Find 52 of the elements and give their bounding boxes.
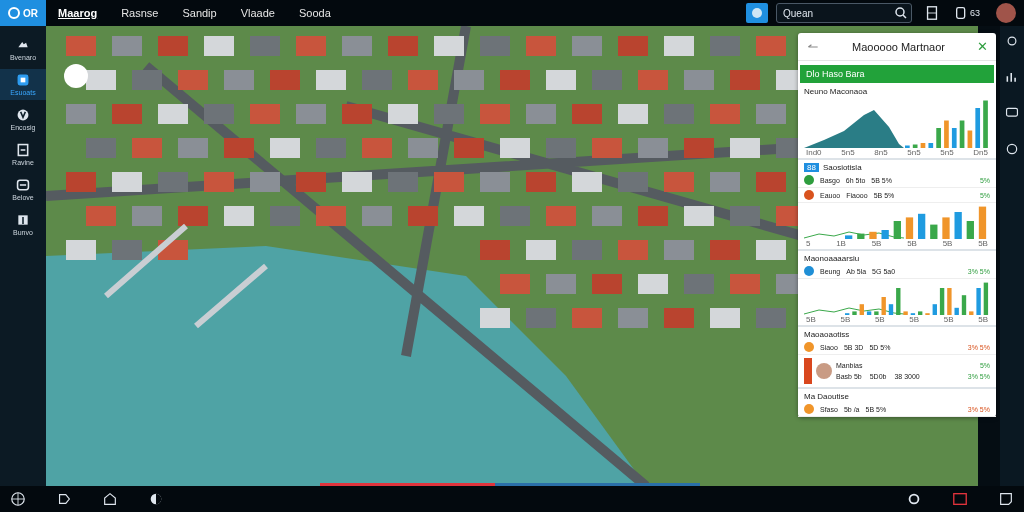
home-icon xyxy=(102,491,118,507)
section-title: Saosiotisla xyxy=(822,163,862,172)
axis-label: 5B xyxy=(909,315,920,324)
tag-icon xyxy=(56,491,72,507)
v-circle-icon xyxy=(16,108,30,122)
color-bar xyxy=(804,358,812,384)
nav-tab[interactable]: Rasnse xyxy=(109,7,171,19)
axis-label: 5B xyxy=(806,315,816,324)
axis-label: 1B xyxy=(836,239,846,248)
nav-tab[interactable]: Maarog xyxy=(46,7,110,19)
avatar-icon[interactable] xyxy=(996,3,1016,23)
axis-label: 5B xyxy=(942,239,953,248)
window-icon xyxy=(952,491,968,507)
nav-tab[interactable]: Vlaade xyxy=(228,7,287,19)
axis-label: 5n5 xyxy=(907,148,921,157)
axis-label: 5 xyxy=(806,239,811,248)
status-text: 63 xyxy=(970,8,980,18)
nav-tab[interactable]: Sandip xyxy=(170,7,229,19)
nav-tab[interactable]: Sooda xyxy=(286,7,343,19)
axis-label: 5B xyxy=(874,315,885,324)
axis-label: 5B xyxy=(871,239,882,248)
section-title: Ma Daoutise xyxy=(804,392,849,401)
axis-label: 5B xyxy=(840,315,851,324)
search-icon[interactable] xyxy=(894,6,908,20)
chat-icon xyxy=(1005,106,1019,120)
search-field[interactable]: Quean xyxy=(776,3,912,23)
axis-label: 5n5 xyxy=(841,148,855,157)
axis-label: 5n5 xyxy=(940,148,954,157)
axis-label: Dn5 xyxy=(973,148,988,157)
avatar-icon xyxy=(816,363,832,379)
status-banner: Dlo Haso Bara xyxy=(800,65,994,83)
axis-label: 5B xyxy=(907,239,917,248)
contrast-icon xyxy=(148,491,164,507)
panel-title: Maooooo Martnaor xyxy=(851,40,946,53)
count-badge: 88 xyxy=(804,163,819,172)
axis-label: 5B xyxy=(978,315,988,324)
chart-title: Neuno Maconaoa xyxy=(803,86,869,98)
close-button[interactable]: ✕ xyxy=(977,39,988,54)
section-title: Maonoaaaarsiu xyxy=(804,254,860,263)
timeline-track[interactable] xyxy=(320,483,700,486)
card-icon xyxy=(16,178,30,192)
square-icon xyxy=(16,73,30,87)
section-title: Maoaoaotiss xyxy=(804,330,850,339)
chart-icon xyxy=(1005,70,1019,84)
document-icon xyxy=(16,143,30,157)
layout-icon xyxy=(924,5,940,21)
note-icon xyxy=(998,491,1014,507)
axis-label: 8n5 xyxy=(874,148,888,157)
book-icon xyxy=(16,213,30,227)
axis-label: Ind0 xyxy=(806,148,822,157)
axis-label: 5B xyxy=(978,239,988,248)
axis-label: 5B xyxy=(943,315,954,324)
